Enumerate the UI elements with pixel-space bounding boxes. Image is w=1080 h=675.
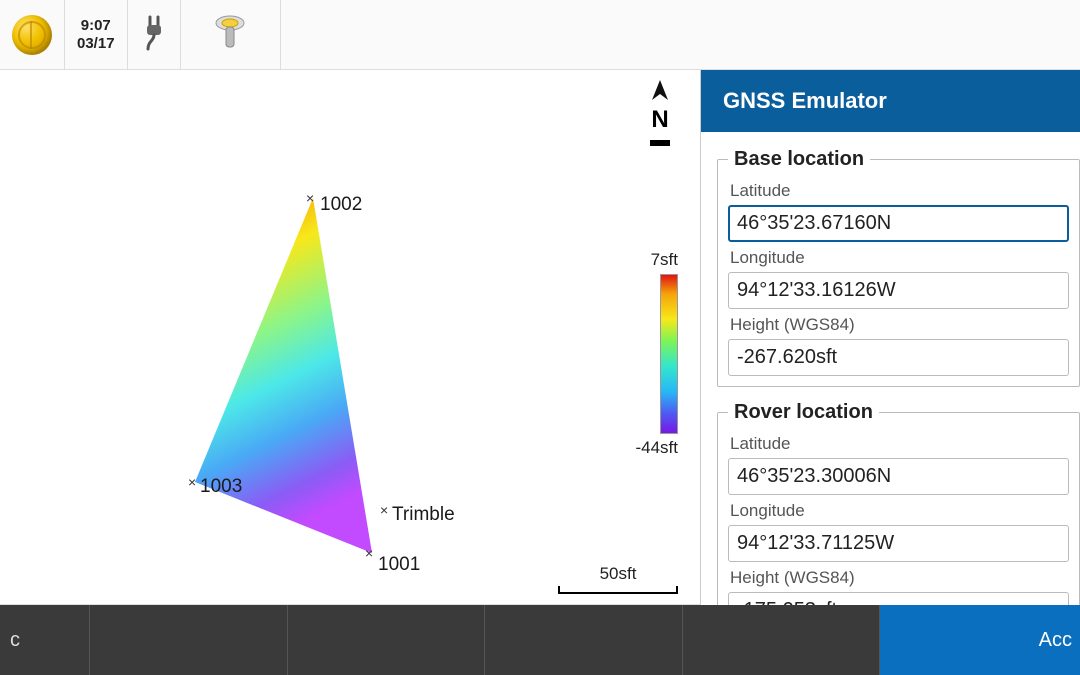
svg-text:×: × [188,474,196,490]
rover-hgt-label: Height (WGS84) [730,568,1067,588]
base-height-input[interactable] [728,339,1069,376]
svg-text:×: × [278,600,286,605]
globe-icon [12,15,52,55]
north-indicator: N ▬ [650,80,670,146]
svg-text:×: × [306,190,314,206]
base-location-legend: Base location [728,148,870,171]
power-status[interactable] [128,0,181,69]
globe-status[interactable] [0,0,65,69]
scale-bar: 50sft [558,564,678,594]
bottom-button-5[interactable] [683,605,881,675]
accept-button[interactable]: Acc [880,605,1080,675]
rover-latitude-input[interactable] [728,458,1069,495]
legend-min: -44sft [635,438,678,458]
survey-plot: × 1002 × 1003 × 1001 × 1000 × Trimble [0,70,700,605]
status-bar: 9:07 03/17 [0,0,1080,70]
receiver-status[interactable] [181,0,281,69]
time-date-cell[interactable]: 9:07 03/17 [65,0,128,69]
base-lon-label: Longitude [730,248,1067,268]
scale-line-icon [558,586,678,594]
bottom-toolbar: c Acc [0,605,1080,675]
rover-lon-label: Longitude [730,501,1067,521]
svg-text:×: × [380,502,388,518]
base-longitude-input[interactable] [728,272,1069,309]
bottom-button-4[interactable] [485,605,683,675]
base-lat-label: Latitude [730,181,1067,201]
point-trimble: Trimble [392,504,455,525]
svg-text:×: × [365,545,373,561]
point-1001: 1001 [378,554,420,575]
time-label: 9:07 [77,17,115,35]
bottom-button-2[interactable] [90,605,288,675]
point-1000: 1000 [292,602,334,605]
elevation-legend: 7sft -44sft [635,250,678,458]
north-arrow-icon [650,80,670,106]
base-latitude-input[interactable] [728,205,1069,242]
point-1003: 1003 [200,476,242,497]
rover-height-input[interactable] [728,592,1069,605]
rover-longitude-input[interactable] [728,525,1069,562]
legend-max: 7sft [651,250,678,270]
scale-label: 50sft [558,564,678,584]
point-1002: 1002 [320,194,362,215]
rover-location-group: Rover location Latitude Longitude Height… [717,401,1080,605]
map-view[interactable]: × 1002 × 1003 × 1001 × 1000 × Trimble N … [0,70,700,605]
base-location-group: Base location Latitude Longitude Height … [717,148,1080,387]
plug-icon [140,15,168,55]
panel-title: GNSS Emulator [701,70,1080,132]
legend-gradient-icon [660,274,678,434]
rover-lat-label: Latitude [730,434,1067,454]
gnss-emulator-panel: GNSS Emulator Base location Latitude Lon… [700,70,1080,605]
bottom-button-3[interactable] [288,605,486,675]
bottom-button-1[interactable]: c [0,605,90,675]
base-hgt-label: Height (WGS84) [730,315,1067,335]
date-label: 03/17 [77,35,115,53]
rover-location-legend: Rover location [728,401,879,424]
antenna-icon [213,13,247,57]
